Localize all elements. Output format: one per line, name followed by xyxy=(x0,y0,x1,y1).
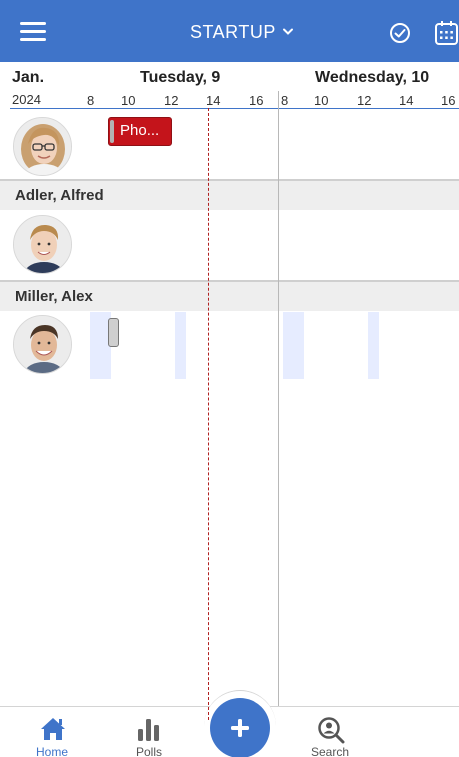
calendar-event[interactable]: Pho... xyxy=(108,117,172,146)
app-header: STARTUP xyxy=(0,0,459,62)
person-name-bar[interactable]: Miller, Alex xyxy=(0,282,459,311)
bar-chart-icon xyxy=(138,719,159,741)
event-drag-handle[interactable] xyxy=(110,120,114,143)
availability-block xyxy=(175,312,186,379)
hour-tick: 14 xyxy=(399,93,414,108)
availability-block xyxy=(283,312,304,379)
hour-tick: 10 xyxy=(121,93,136,108)
avatar[interactable] xyxy=(13,117,72,176)
event-label: Pho... xyxy=(120,122,160,139)
person-search-icon xyxy=(318,717,345,744)
timeline-month: Jan. xyxy=(12,69,45,86)
young-man-avatar xyxy=(14,216,71,273)
hamburger-menu-icon[interactable] xyxy=(20,22,46,42)
nav-search-label: Search xyxy=(310,745,350,757)
plus-icon xyxy=(231,719,249,737)
person-name: Adler, Alfred xyxy=(15,187,104,204)
smiling-man-avatar xyxy=(14,316,71,373)
nav-search[interactable]: Search xyxy=(295,707,365,757)
hour-tick: 16 xyxy=(441,93,456,108)
nav-home[interactable]: Home xyxy=(17,707,87,757)
avatar[interactable] xyxy=(13,315,72,374)
hour-tick: 8 xyxy=(87,93,95,108)
avatar[interactable] xyxy=(13,215,72,274)
timeline-year: 2024 xyxy=(12,92,41,107)
hour-tick: 10 xyxy=(314,93,329,108)
hour-tick: 12 xyxy=(164,93,179,108)
nav-home-label: Home xyxy=(35,745,68,757)
add-button[interactable] xyxy=(210,698,270,757)
nav-polls[interactable]: Polls xyxy=(114,707,184,757)
home-icon xyxy=(41,718,65,740)
chevron-down-icon xyxy=(282,28,293,35)
hour-tick: 14 xyxy=(206,93,221,108)
calendar-icon[interactable] xyxy=(434,20,459,46)
hour-tick: 12 xyxy=(357,93,372,108)
calendar-event[interactable] xyxy=(108,318,119,347)
availability-block xyxy=(368,312,379,379)
day-divider xyxy=(278,91,279,707)
timeline-header-rule xyxy=(10,108,459,109)
person-name: Miller, Alex xyxy=(15,288,93,305)
workspace-title: STARTUP xyxy=(190,21,276,42)
woman-with-glasses-avatar xyxy=(14,118,71,175)
day-label-wednesday: Wednesday, 10 xyxy=(315,69,430,86)
day-label-tuesday: Tuesday, 9 xyxy=(140,69,221,86)
current-time-line xyxy=(208,108,209,720)
nav-polls-label: Polls xyxy=(135,745,162,757)
hour-tick: 8 xyxy=(281,93,289,108)
hour-tick: 16 xyxy=(249,93,264,108)
workspace-selector[interactable]: STARTUP xyxy=(190,20,294,44)
person-name-bar[interactable]: Adler, Alfred xyxy=(0,181,459,210)
check-circle-icon[interactable] xyxy=(389,22,411,44)
